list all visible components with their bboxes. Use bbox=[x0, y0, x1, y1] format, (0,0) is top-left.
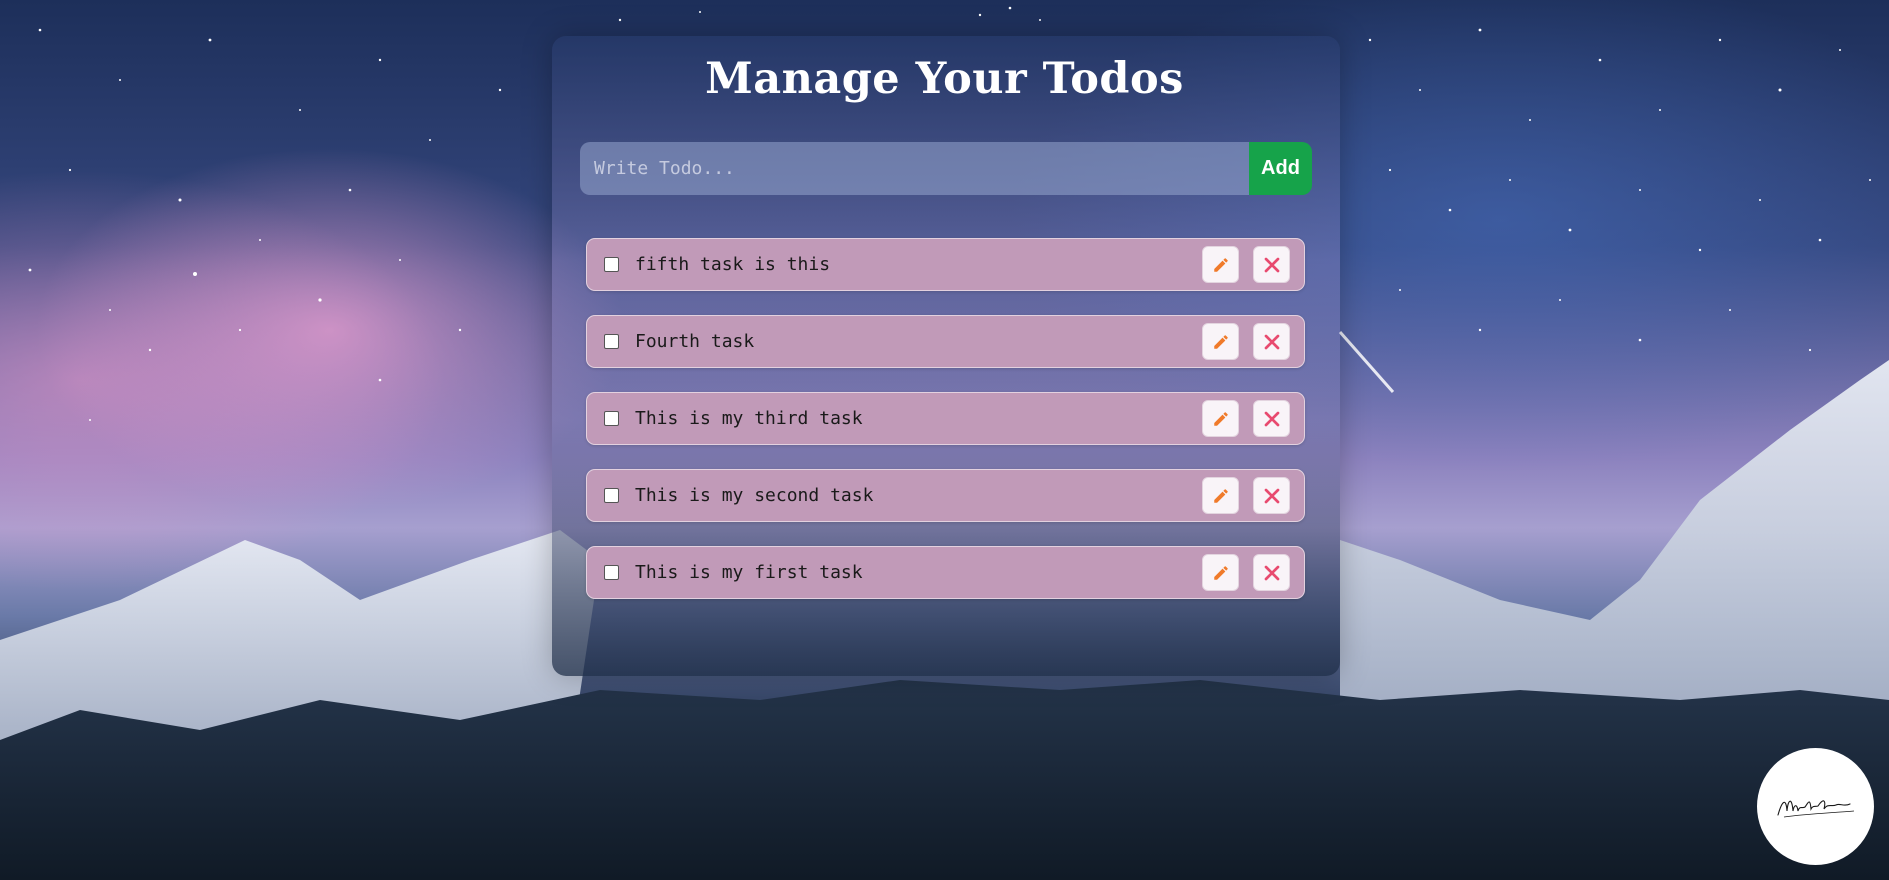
signature-logo bbox=[1757, 748, 1874, 865]
todo-text: fifth task is this bbox=[635, 254, 831, 275]
pencil-icon bbox=[1213, 411, 1228, 426]
delete-button[interactable] bbox=[1253, 400, 1290, 437]
todo-item: This is my first task bbox=[586, 546, 1305, 599]
todo-text: This is my first task bbox=[635, 562, 863, 583]
pencil-icon bbox=[1213, 334, 1228, 349]
edit-button[interactable] bbox=[1202, 323, 1239, 360]
edit-button[interactable] bbox=[1202, 554, 1239, 591]
delete-button[interactable] bbox=[1253, 246, 1290, 283]
signature-icon bbox=[1776, 799, 1854, 817]
todo-item: This is my third task bbox=[586, 392, 1305, 445]
todo-item: fifth task is this bbox=[586, 238, 1305, 291]
close-icon bbox=[1264, 411, 1279, 426]
close-icon bbox=[1264, 334, 1279, 349]
edit-button[interactable] bbox=[1202, 400, 1239, 437]
pencil-icon bbox=[1213, 257, 1228, 272]
edit-button[interactable] bbox=[1202, 477, 1239, 514]
page-title: Manage Your Todos bbox=[705, 54, 1184, 104]
pencil-icon bbox=[1213, 565, 1228, 580]
todo-text: This is my third task bbox=[635, 408, 863, 429]
delete-button[interactable] bbox=[1253, 477, 1290, 514]
todo-form: Add bbox=[580, 142, 1312, 195]
pencil-icon bbox=[1213, 488, 1228, 503]
todo-checkbox[interactable] bbox=[604, 565, 619, 580]
todo-input[interactable] bbox=[580, 142, 1249, 195]
todo-item: Fourth task bbox=[586, 315, 1305, 368]
delete-button[interactable] bbox=[1253, 554, 1290, 591]
close-icon bbox=[1264, 257, 1279, 272]
edit-button[interactable] bbox=[1202, 246, 1239, 283]
add-button[interactable]: Add bbox=[1249, 142, 1312, 195]
todo-checkbox[interactable] bbox=[604, 257, 619, 272]
todo-checkbox[interactable] bbox=[604, 488, 619, 503]
todo-text: This is my second task bbox=[635, 485, 874, 506]
todo-text: Fourth task bbox=[635, 331, 755, 352]
todo-item: This is my second task bbox=[586, 469, 1305, 522]
close-icon bbox=[1264, 565, 1279, 580]
delete-button[interactable] bbox=[1253, 323, 1290, 360]
close-icon bbox=[1264, 488, 1279, 503]
todo-checkbox[interactable] bbox=[604, 411, 619, 426]
todo-checkbox[interactable] bbox=[604, 334, 619, 349]
todo-list: fifth task is this Fourth task This is m… bbox=[586, 238, 1305, 623]
